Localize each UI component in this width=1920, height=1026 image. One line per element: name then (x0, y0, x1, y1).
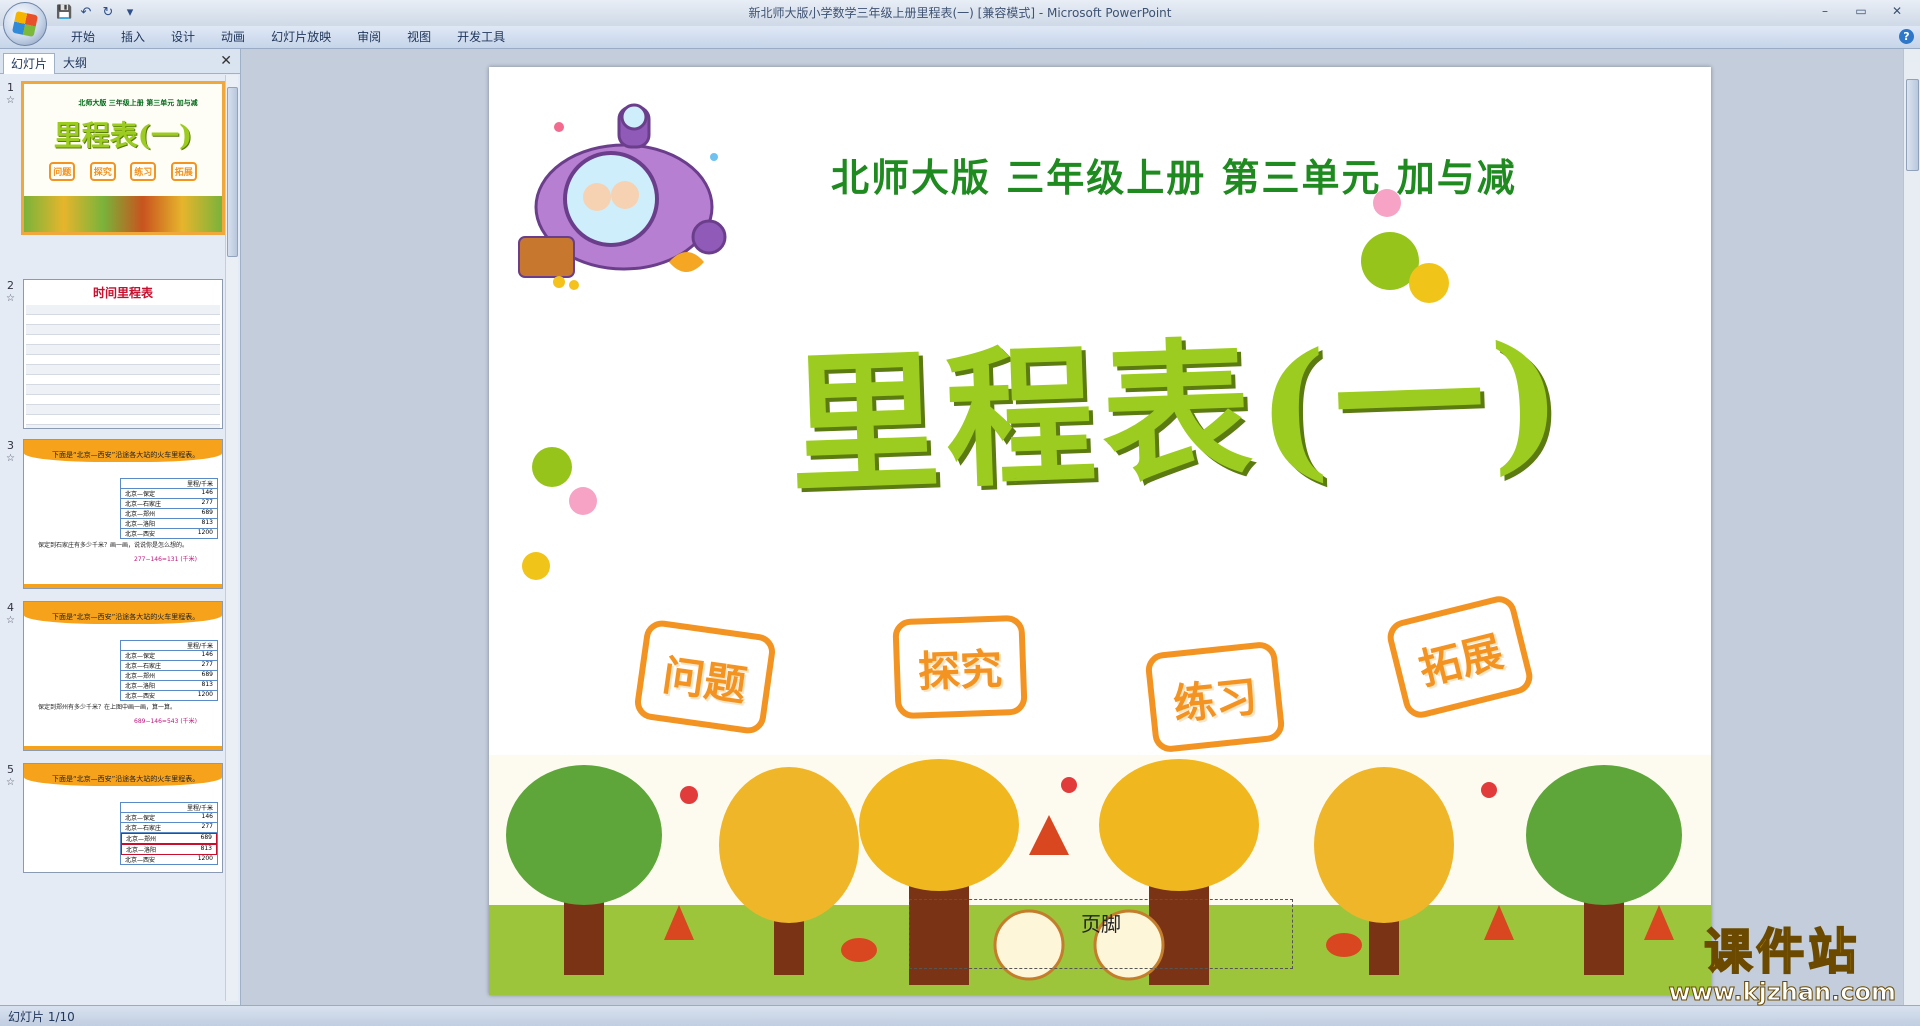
thumbnail-title: 时间里程表 (92, 286, 153, 300)
slide-subtitle: 北师大版 三年级上册 第三单元 加与减 (831, 156, 1517, 200)
slide-counter: 幻灯片 1/10 (8, 1010, 75, 1024)
decor-dot (1409, 263, 1449, 303)
window-controls: – ▭ ✕ (1808, 2, 1914, 20)
office-button[interactable] (3, 2, 47, 46)
tab-home[interactable]: 开始 (58, 26, 108, 48)
slide-thumbnail-4[interactable]: 4 ☆ 下面是“北京—西安”沿途各大站的火车里程表。 里程/千米 北京—保定 14… (0, 601, 226, 753)
thumbnail-answer: 689−146=543 (千米) (134, 718, 198, 725)
thumbnail-subtitle: 北师大版 三年级上册 第三单元 加与减 (78, 99, 198, 107)
thumbnail-tag: 练习 (130, 162, 157, 181)
slide-thumbnail-3[interactable]: 3 ☆ 下面是“北京—西安”沿途各大站的火车里程表。 里程/千米 北京—保定 14… (0, 439, 226, 591)
decor-dot (1373, 189, 1401, 217)
tag-question[interactable]: 问题 (632, 618, 778, 736)
tab-developer[interactable]: 开发工具 (444, 26, 518, 48)
thumbnail-frame: 下面是“北京—西安”沿途各大站的火车里程表。 里程/千米 北京—保定 146 北京… (23, 763, 223, 873)
pane-tabs: 幻灯片 大纲 ✕ (0, 49, 240, 74)
thumbnail-title: 下面是“北京—西安”沿途各大站的火车里程表。 (52, 451, 200, 459)
thumbnail-frame: 时间里程表 (23, 279, 223, 429)
pane-scrollbar[interactable] (225, 75, 238, 1001)
tab-outline[interactable]: 大纲 (56, 53, 94, 73)
watermark: 课件站 www.kjzhan.com (1668, 924, 1896, 1006)
close-icon[interactable]: ✕ (1880, 2, 1914, 20)
thumbnail-forest-decoration (24, 196, 222, 232)
thumbnail-tag: 问题 (49, 162, 76, 181)
thumbnail-table: 里程/千米 北京—保定 146 北京—石家庄 277 北京—郑州 689 北京—洛阳 8… (120, 802, 218, 865)
thumbnail-tag: 拓展 (170, 162, 197, 181)
tab-design[interactable]: 设计 (158, 26, 208, 48)
thumbnail-frame: 北师大版 三年级上册 第三单元 加与减 里程表(一) 问题 探究 练习 拓展 (21, 81, 225, 235)
title-bar: 💾 ↶ ↻ ▾ 新北师大版小学数学三年级上册里程表(一) [兼容模式] - Mi… (0, 0, 1920, 27)
slide-number: 3 (7, 439, 14, 452)
thumbnail-answer: 277−146=131 (千米) (134, 556, 198, 563)
status-bar: 幻灯片 1/10 (0, 1005, 1920, 1026)
thumbnail-title: 下面是“北京—西安”沿途各大站的火车里程表。 (52, 613, 200, 621)
tab-insert[interactable]: 插入 (108, 26, 158, 48)
slide-number: 1 (7, 81, 14, 94)
slide-thumbnail-1[interactable]: 1 ☆ 北师大版 三年级上册 第三单元 加与减 里程表(一) 问题 探究 练习 … (0, 81, 226, 237)
tag-extend[interactable]: 拓展 (1383, 592, 1537, 722)
decor-dot (522, 552, 550, 580)
editor-scrollbar[interactable] (1903, 49, 1920, 1005)
thumbnail-tag: 探究 (89, 162, 116, 181)
pane-scrollbar-thumb[interactable] (227, 87, 238, 257)
tab-view[interactable]: 视图 (394, 26, 444, 48)
slide-number: 5 (7, 763, 14, 776)
animation-star-icon: ☆ (6, 95, 15, 106)
thumbnail-table (26, 305, 220, 428)
thumbnail-title: 下面是“北京—西安”沿途各大站的火车里程表。 (52, 775, 200, 783)
thumbnail-table: 里程/千米 北京—保定 146 北京—石家庄 277 北京—郑州 689 北京—洛阳 8… (120, 478, 218, 539)
current-slide[interactable]: 北师大版 三年级上册 第三单元 加与减 里程表(一) 问题 探究 练习 拓展 页… (489, 67, 1711, 995)
decor-dot (569, 487, 597, 515)
submarine-illustration (518, 103, 727, 290)
tab-review[interactable]: 审阅 (344, 26, 394, 48)
footer-label: 页脚 (1081, 912, 1121, 936)
animation-star-icon: ☆ (6, 453, 15, 464)
slides-pane: 幻灯片 大纲 ✕ 1 ☆ 北师大版 三年级上册 第三单元 加与减 里程表(一) … (0, 49, 241, 1005)
slide-number: 4 (7, 601, 14, 614)
thumbnail-table: 里程/千米 北京—保定 146 北京—石家庄 277 北京—郑州 689 北京—洛阳 8… (120, 640, 218, 701)
pane-close-icon[interactable]: ✕ (220, 53, 232, 69)
restore-icon[interactable]: ▭ (1844, 2, 1878, 20)
ribbon-tabs: 开始 插入 设计 动画 幻灯片放映 审阅 视图 开发工具 (58, 26, 518, 48)
animation-star-icon: ☆ (6, 293, 15, 304)
ribbon: 开始 插入 设计 动画 幻灯片放映 审阅 视图 开发工具 ? (0, 26, 1920, 49)
office-logo-icon (11, 10, 39, 38)
thumbnail-title: 里程表(一) (53, 119, 193, 152)
watermark-url: www.kjzhan.com (1668, 978, 1896, 1006)
slide-number: 2 (7, 279, 14, 292)
animation-star-icon: ☆ (6, 777, 15, 788)
watermark-brand: 课件站 (1703, 924, 1861, 980)
animation-star-icon: ☆ (6, 615, 15, 626)
thumbnail-question: 保定到郑州有多少千米？在上图中画一画，算一算。 (38, 704, 177, 711)
tag-explore[interactable]: 探究 (892, 614, 1028, 720)
thumbnail-question: 保定到石家庄有多少千米？画一画，说说你是怎么想的。 (38, 542, 189, 549)
slide-thumbnail-5[interactable]: 5 ☆ 下面是“北京—西安”沿途各大站的火车里程表。 里程/千米 北京—保定 14… (0, 763, 226, 873)
decor-dot (532, 447, 572, 487)
slide-thumbnail-2[interactable]: 2 ☆ 时间里程表 (0, 279, 226, 431)
tab-slides[interactable]: 幻灯片 (3, 53, 56, 74)
tab-slideshow[interactable]: 幻灯片放映 (258, 26, 344, 48)
minimize-icon[interactable]: – (1808, 2, 1842, 20)
editor-scrollbar-thumb[interactable] (1906, 79, 1919, 171)
slide-title: 里程表(一) (786, 311, 1571, 515)
thumbnail-frame: 下面是“北京—西安”沿途各大站的火车里程表。 里程/千米 北京—保定 146 北京… (23, 439, 223, 589)
window-title: 新北师大版小学数学三年级上册里程表(一) [兼容模式] - Microsoft … (748, 6, 1172, 20)
thumbnail-frame: 下面是“北京—西安”沿途各大站的火车里程表。 里程/千米 北京—保定 146 北京… (23, 601, 223, 751)
tag-practice[interactable]: 练习 (1144, 640, 1286, 754)
tab-animations[interactable]: 动画 (208, 26, 258, 48)
help-icon[interactable]: ? (1899, 29, 1914, 44)
footer-placeholder[interactable]: 页脚 (909, 899, 1293, 969)
